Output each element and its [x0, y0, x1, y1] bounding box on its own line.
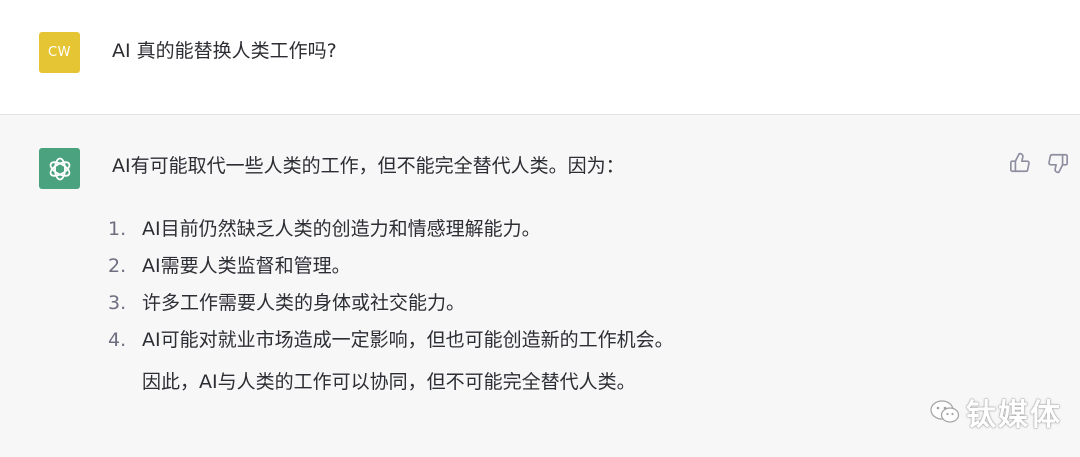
thumbs-down-icon: [1048, 153, 1068, 174]
wechat-icon: [930, 400, 960, 423]
assistant-intro-text: AI有可能取代一些人类的工作，但不能完全替代人类。因为：: [112, 155, 625, 177]
list-item: 2. AI需要人类监督和管理。: [108, 253, 674, 290]
assistant-conclusion-text: 因此，AI与人类的工作可以协同，但不可能完全替代人类。: [142, 371, 636, 393]
list-item: 4. AI可能对就业市场造成一定影响，但也可能创造新的工作机会。: [108, 327, 674, 364]
assistant-avatar: [39, 148, 80, 189]
list-item-text: 许多工作需要人类的身体或社交能力。: [142, 292, 466, 314]
watermark: 钛媒体: [930, 387, 1062, 437]
list-item-text: AI目前仍然缺乏人类的创造力和情感理解能力。: [142, 218, 541, 240]
user-avatar: CW: [39, 32, 80, 73]
watermark-text: 钛媒体: [966, 398, 1062, 433]
list-item-text: AI需要人类监督和管理。: [142, 255, 351, 277]
user-avatar-initials: CW: [48, 45, 71, 60]
thumbs-up-icon: [1010, 152, 1030, 173]
list-item-number: 1.: [108, 218, 127, 240]
list-item: 3. 许多工作需要人类的身体或社交能力。: [108, 290, 674, 327]
openai-logo-icon: [49, 157, 70, 180]
list-item-number: 2.: [108, 255, 127, 277]
assistant-message-block: AI有可能取代一些人类的工作，但不能完全替代人类。因为： 1. AI目前仍然缺乏…: [0, 115, 1080, 457]
list-item-text: AI可能对就业市场造成一定影响，但也可能创造新的工作机会。: [142, 329, 674, 351]
thumbs-up-button[interactable]: [1008, 151, 1032, 175]
list-item-number: 4.: [108, 329, 127, 351]
list-item: 1. AI目前仍然缺乏人类的创造力和情感理解能力。: [108, 216, 674, 253]
list-item-number: 3.: [108, 292, 127, 314]
user-message-block: CW AI 真的能替换人类工作吗?: [0, 0, 1080, 115]
answer-list: 1. AI目前仍然缺乏人类的创造力和情感理解能力。 2. AI需要人类监督和管理…: [108, 216, 674, 364]
user-message-text: AI 真的能替换人类工作吗?: [112, 40, 337, 62]
thumbs-down-button[interactable]: [1046, 151, 1070, 175]
